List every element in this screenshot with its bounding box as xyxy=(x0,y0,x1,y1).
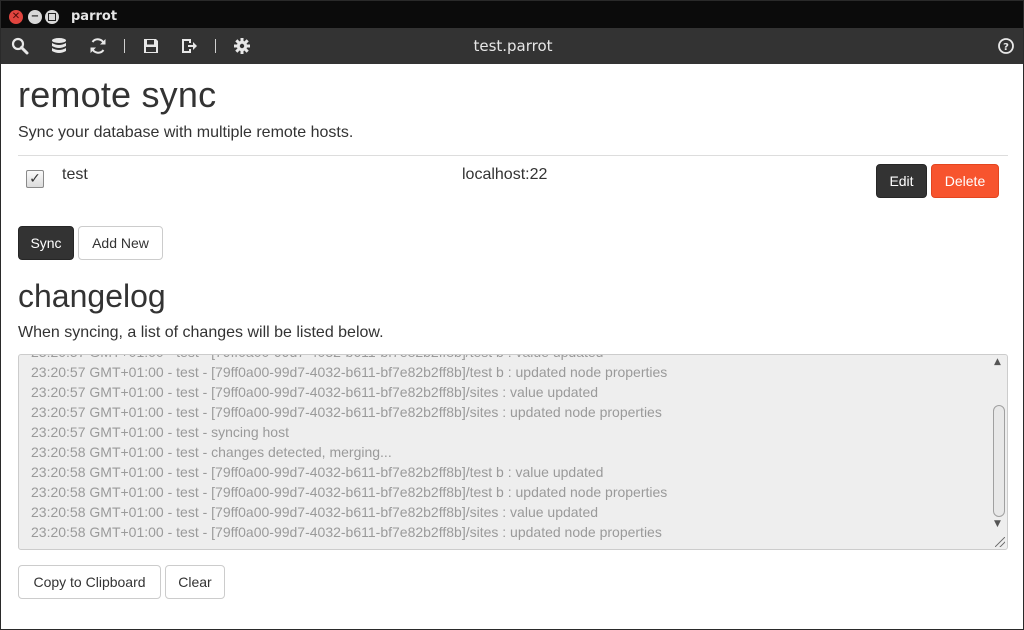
changelog-line: 23:20:58 GMT+01:00 - test - [79ff0a00-99… xyxy=(31,484,668,500)
app-title: parrot xyxy=(71,9,118,24)
remote-sync-title: remote sync xyxy=(18,74,217,115)
toolbar: test.parrot ? xyxy=(1,28,1023,64)
window-close-button[interactable]: ✕ xyxy=(9,10,23,24)
clear-changelog-button[interactable]: Clear xyxy=(165,565,225,599)
window-minimize-button[interactable]: − xyxy=(28,10,42,24)
changelog-line: 23:20:57 GMT+01:00 - test - [79ff0a00-99… xyxy=(31,384,599,400)
copy-to-clipboard-button[interactable]: Copy to Clipboard xyxy=(18,565,161,599)
changelog-line: 23:20:58 GMT+01:00 - test - changes dete… xyxy=(31,444,392,460)
edit-host-button[interactable]: Edit xyxy=(876,164,927,198)
changelog-line: 23:20:58 GMT+01:00 - test - [79ff0a00-99… xyxy=(31,524,662,540)
sync-button[interactable]: Sync xyxy=(18,226,74,260)
app-window: ✕ − parrot test.parrot ? remote sync Syn… xyxy=(0,0,1024,630)
host-enabled-checkbox[interactable]: ✓ xyxy=(26,170,44,188)
delete-host-button[interactable]: Delete xyxy=(931,164,999,198)
scroll-up-icon[interactable]: ▲ xyxy=(994,357,1001,367)
svg-text:?: ? xyxy=(1003,42,1009,53)
scrollbar-thumb[interactable] xyxy=(993,405,1005,517)
host-name: test xyxy=(62,166,88,183)
changelog-title: changelog xyxy=(18,278,166,314)
changelog-line: 23:20:57 GMT+01:00 - test - syncing host xyxy=(31,424,289,440)
resize-grip-icon[interactable] xyxy=(995,537,1005,547)
changelog-line: 23:20:57 GMT+01:00 - test - [79ff0a00-99… xyxy=(31,355,981,362)
window-maximize-button[interactable] xyxy=(45,10,59,24)
changelog-scrollbar[interactable]: ▲ ▼ xyxy=(991,355,1007,549)
changelog-line: 23:20:57 GMT+01:00 - test - [79ff0a00-99… xyxy=(31,364,668,380)
remote-sync-description: Sync your database with multiple remote … xyxy=(18,124,354,141)
changelog-line: 23:20:57 GMT+01:00 - test - [79ff0a00-99… xyxy=(31,404,662,420)
changelog-line: 23:20:58 GMT+01:00 - test - [79ff0a00-99… xyxy=(31,504,599,520)
changelog-line: 23:20:58 GMT+01:00 - test - [79ff0a00-99… xyxy=(31,464,604,480)
host-address: localhost:22 xyxy=(462,166,548,183)
document-title: test.parrot xyxy=(473,37,553,55)
help-icon[interactable]: ? xyxy=(997,37,1015,55)
changelog-lines: 23:20:57 GMT+01:00 - test - [79ff0a00-99… xyxy=(31,355,981,542)
window-titlebar: ✕ − parrot xyxy=(1,1,1023,28)
remote-host-row: ✓ test localhost:22 Edit Delete xyxy=(18,156,1008,200)
changelog-description: When syncing, a list of changes will be … xyxy=(18,324,384,341)
changelog-textarea[interactable]: 23:20:57 GMT+01:00 - test - [79ff0a00-99… xyxy=(18,354,1008,550)
scroll-down-icon[interactable]: ▼ xyxy=(994,519,1001,529)
add-new-host-button[interactable]: Add New xyxy=(78,226,163,260)
